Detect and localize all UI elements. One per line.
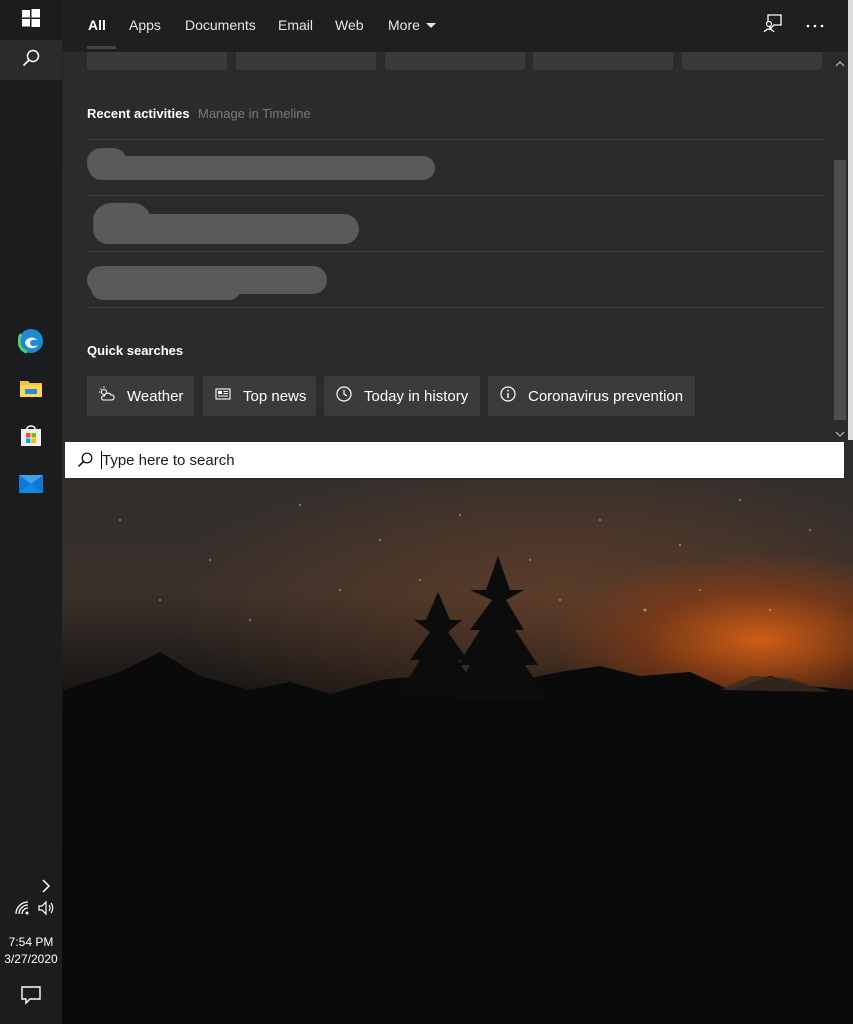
redacted-text [87, 148, 127, 178]
search-icon [22, 49, 40, 72]
top-app-tile[interactable] [385, 52, 525, 70]
tab-more[interactable]: More [388, 17, 436, 33]
taskbar-app-store[interactable] [0, 414, 62, 460]
taskbar-app-file-explorer[interactable] [0, 367, 62, 413]
divider [87, 307, 823, 308]
redacted-text [89, 156, 435, 180]
recent-activity-item[interactable] [87, 140, 823, 195]
tab-email[interactable]: Email [278, 17, 313, 33]
search-box[interactable] [63, 440, 846, 480]
folder-icon [19, 377, 43, 404]
tab-web[interactable]: Web [335, 17, 364, 33]
start-button[interactable] [0, 0, 62, 40]
recent-activities-title: Recent activities [87, 106, 190, 121]
edge-icon [17, 327, 45, 359]
search-tabs-bar: All Apps Documents Email Web More [63, 0, 853, 52]
taskbar-search-button[interactable] [0, 40, 62, 80]
more-options-icon [806, 16, 824, 34]
quick-search-weather[interactable]: Weather [87, 376, 194, 416]
flyout-scrollbar[interactable] [832, 52, 848, 440]
taskbar-clock[interactable]: 7:54 PM 3/27/2020 [0, 934, 62, 968]
clock-date: 3/27/2020 [4, 952, 58, 966]
top-app-tile[interactable] [236, 52, 376, 70]
chip-label: Weather [127, 387, 184, 405]
search-icon [77, 452, 93, 468]
store-icon [19, 423, 43, 452]
notification-icon [20, 986, 42, 1010]
recent-activity-item[interactable] [87, 252, 823, 307]
news-icon [215, 387, 243, 405]
chip-label: Top news [243, 387, 307, 405]
taskbar-app-mail[interactable] [0, 461, 62, 507]
action-center-button[interactable] [20, 984, 42, 1006]
tab-all[interactable]: All [88, 17, 106, 33]
tab-more-label: More [388, 17, 420, 33]
chevron-down-icon[interactable] [835, 426, 845, 437]
top-apps-tiles [87, 52, 823, 70]
caret-down-icon [425, 22, 436, 28]
tab-documents[interactable]: Documents [185, 17, 256, 33]
clock-time: 7:54 PM [8, 935, 54, 949]
wifi-icon[interactable] [14, 900, 32, 921]
show-hidden-icons-button[interactable] [36, 876, 56, 896]
clock-icon [336, 386, 364, 406]
info-icon [500, 386, 528, 406]
top-app-tile[interactable] [87, 52, 227, 70]
redacted-text [91, 276, 241, 300]
taskbar: 7:54 PM 3/27/2020 [0, 0, 62, 1024]
chip-label: Coronavirus prevention [528, 387, 684, 405]
volume-icon[interactable] [38, 900, 56, 921]
scrollbar-thumb[interactable] [834, 160, 846, 420]
quick-searches-title: Quick searches [87, 343, 184, 358]
quick-search-coronavirus-prevention[interactable]: Coronavirus prevention [488, 376, 695, 416]
background-window-edge [848, 0, 853, 440]
weather-icon [99, 386, 127, 406]
chevron-right-icon [36, 879, 56, 900]
feedback-icon [763, 13, 783, 38]
redacted-text [93, 203, 151, 239]
top-app-tile[interactable] [533, 52, 673, 70]
search-flyout: All Apps Documents Email Web More Recent… [63, 0, 853, 440]
manage-in-timeline-link[interactable]: Manage in Timeline [198, 106, 311, 121]
recent-activity-item[interactable] [87, 196, 823, 251]
quick-search-top-news[interactable]: Top news [203, 376, 316, 416]
search-input[interactable] [102, 448, 822, 472]
top-app-tile[interactable] [682, 52, 822, 70]
tab-apps[interactable]: Apps [129, 17, 161, 33]
taskbar-app-edge[interactable] [0, 320, 62, 366]
windows-logo-icon [22, 8, 40, 32]
system-tray [14, 900, 58, 920]
feedback-button[interactable] [762, 13, 784, 38]
options-button[interactable] [804, 14, 826, 36]
tab-all-underline [87, 46, 116, 49]
mail-icon [18, 470, 44, 499]
chevron-up-icon[interactable] [835, 56, 845, 67]
chip-label: Today in history [364, 387, 469, 405]
quick-search-today-in-history[interactable]: Today in history [324, 376, 480, 416]
